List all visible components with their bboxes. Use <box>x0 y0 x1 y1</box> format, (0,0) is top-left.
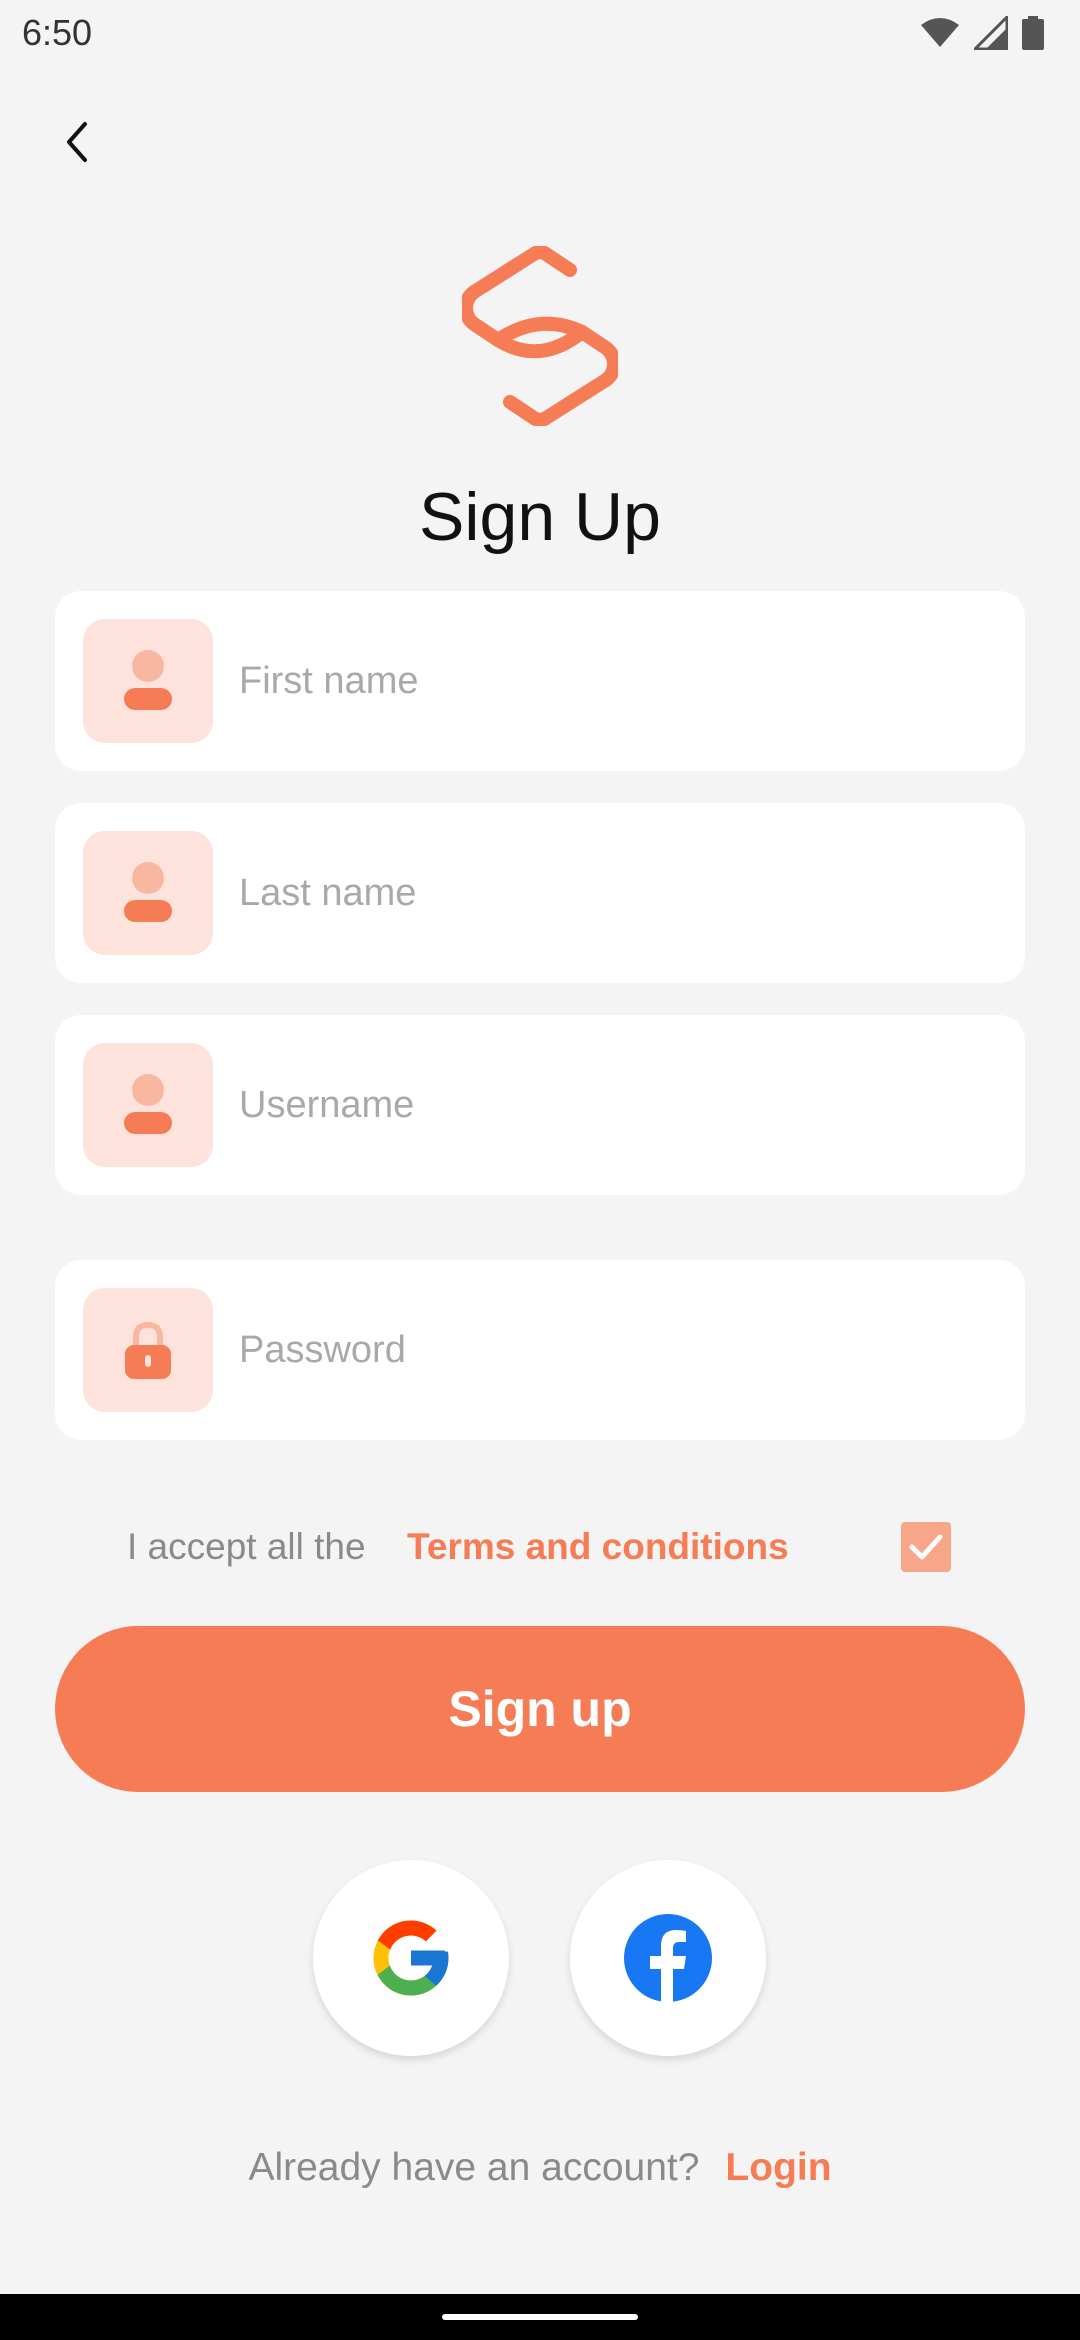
last-name-input[interactable] <box>239 803 999 983</box>
wifi-icon <box>921 18 959 47</box>
facebook-signin-button[interactable] <box>570 1860 766 2056</box>
checkmark-icon <box>909 1534 943 1560</box>
user-icon <box>83 831 213 955</box>
battery-icon <box>1022 16 1044 50</box>
status-time: 6:50 <box>22 12 93 53</box>
username-input[interactable] <box>239 1015 999 1195</box>
app-logo-icon <box>462 246 618 426</box>
status-icons <box>920 16 1044 50</box>
facebook-icon <box>624 1914 712 2003</box>
chevron-left-icon <box>67 122 87 162</box>
terms-checkbox[interactable] <box>901 1522 951 1572</box>
login-prompt: Already have an account? <box>248 2146 700 2189</box>
terms-prefix: I accept all the <box>127 1526 366 1567</box>
lock-icon <box>83 1288 213 1412</box>
signup-screen: 6:50 Sign Up First name Last name Userna… <box>0 0 1080 2340</box>
signal-icon <box>974 16 1008 50</box>
home-gesture-handle[interactable] <box>442 2314 638 2320</box>
back-button[interactable] <box>48 112 108 172</box>
first-name-input[interactable] <box>239 591 999 771</box>
password-field[interactable] <box>55 1260 1025 1440</box>
google-icon <box>373 1920 449 1996</box>
system-nav-bar <box>0 2294 1080 2340</box>
password-input[interactable] <box>239 1260 999 1440</box>
terms-row: I accept all the Terms and conditions <box>0 1518 1080 1578</box>
page-title: Sign Up <box>419 479 661 555</box>
first-name-field[interactable] <box>55 591 1025 771</box>
login-link[interactable]: Login <box>725 2146 831 2189</box>
google-signin-button[interactable] <box>313 1860 509 2056</box>
terms-link[interactable]: Terms and conditions <box>407 1526 789 1568</box>
user-icon <box>83 1043 213 1167</box>
login-row: Already have an account? Login <box>0 2146 1080 2190</box>
username-field[interactable] <box>55 1015 1025 1195</box>
last-name-field[interactable] <box>55 803 1025 983</box>
status-bar: 6:50 <box>0 0 1080 70</box>
user-icon <box>83 619 213 743</box>
signup-button[interactable]: Sign up <box>55 1626 1025 1792</box>
